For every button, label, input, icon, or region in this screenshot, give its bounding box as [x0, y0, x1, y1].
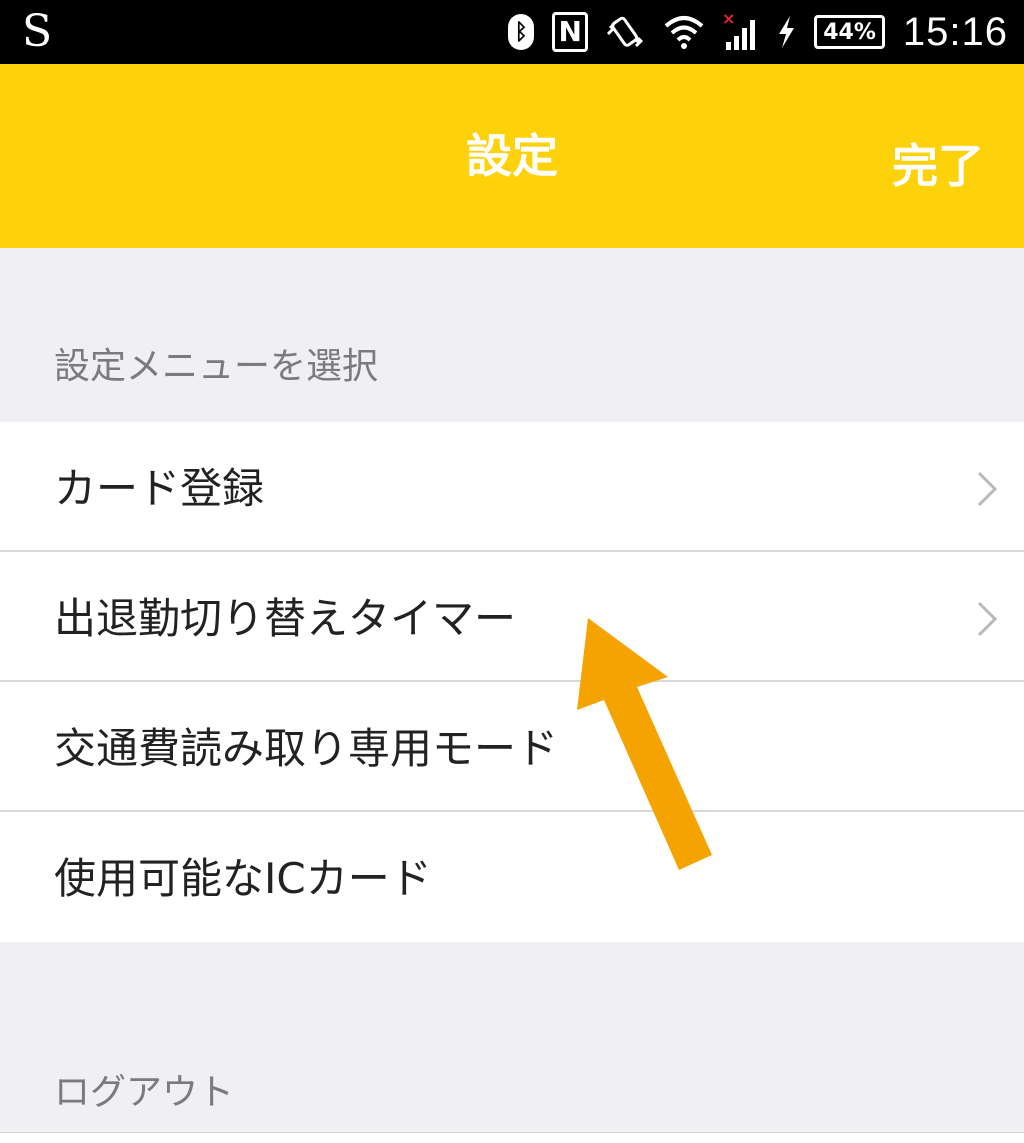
section-label-menu: 設定メニューを選択 [54, 346, 379, 387]
page-title: 設定 [466, 129, 558, 183]
menu-item-transit-reader-mode[interactable]: 交通費読み取り専用モード [0, 682, 1024, 812]
s-logo-icon: S [22, 6, 53, 57]
list-item-label: 使用可能なICカード [54, 854, 432, 903]
clock: 15:16 [902, 9, 1008, 54]
bluetooth-icon: ᛒ [508, 14, 535, 50]
svg-text:×: × [722, 12, 735, 28]
status-bar: S ᛒ N × 44% 15:16 [0, 0, 1024, 64]
signal-icon: × [722, 12, 758, 52]
settings-menu-list: カード登録 出退勤切り替えタイマー 交通費読み取り専用モード 使用可能なICカー… [0, 422, 1024, 942]
logout-row-edge [0, 1132, 1024, 1143]
app-header: 設定 完了 [0, 64, 1024, 248]
done-button[interactable]: 完了 [892, 136, 984, 196]
vibrate-icon [606, 12, 646, 52]
chevron-right-icon [976, 470, 998, 512]
battery-icon: 44% [814, 15, 885, 49]
menu-item-usable-ic-cards[interactable]: 使用可能なICカード [0, 812, 1024, 942]
menu-item-card-registration[interactable]: カード登録 [0, 422, 1024, 552]
section-label-logout: ログアウト [54, 1072, 235, 1113]
wifi-icon [664, 14, 704, 50]
list-item-label: カード登録 [54, 464, 265, 513]
list-item-label: 交通費読み取り専用モード [54, 724, 559, 773]
menu-item-attendance-timer[interactable]: 出退勤切り替えタイマー [0, 552, 1024, 682]
charging-icon [776, 14, 796, 50]
nfc-icon: N [552, 12, 589, 52]
list-item-label: 出退勤切り替えタイマー [54, 594, 517, 643]
status-icons: ᛒ N × 44% 15:16 [508, 0, 1008, 64]
chevron-right-icon [976, 600, 998, 642]
